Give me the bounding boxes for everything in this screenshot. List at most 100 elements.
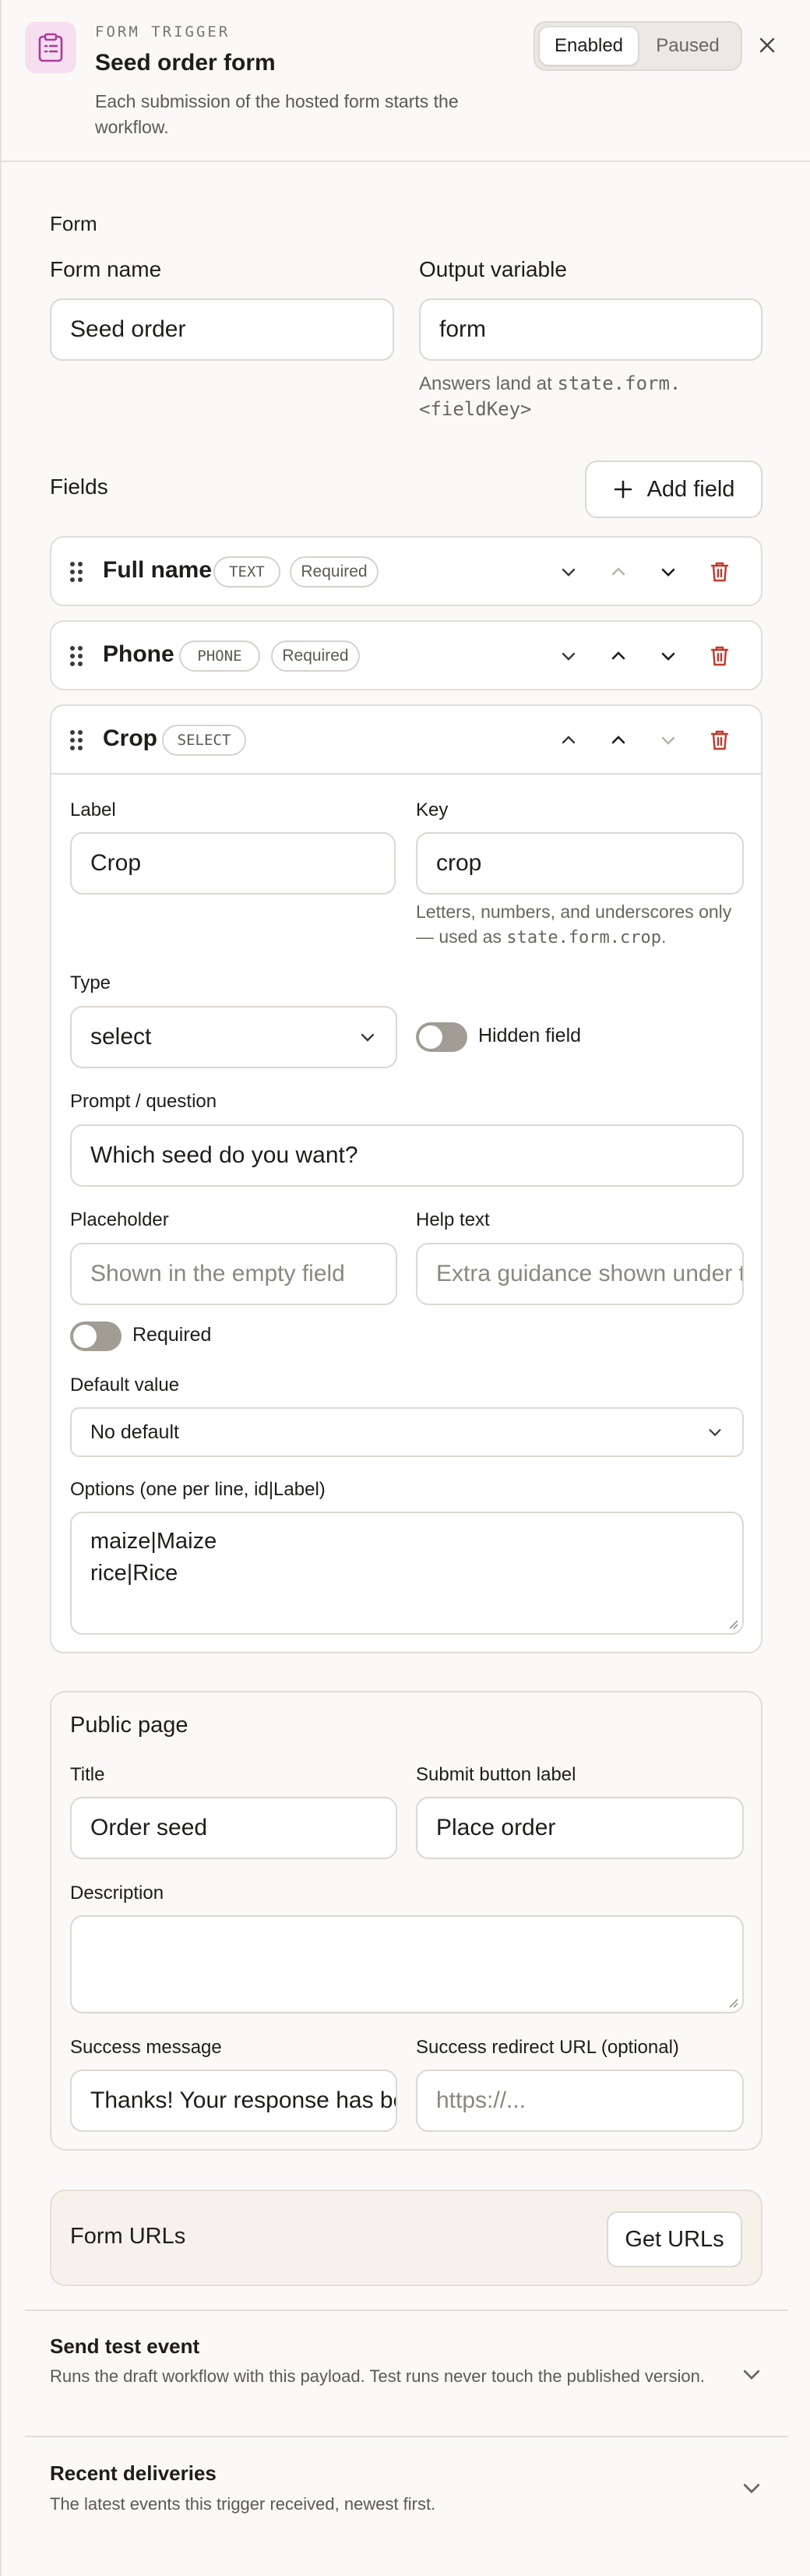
close-icon[interactable] [753, 31, 781, 59]
type-select-value: select [90, 1024, 152, 1050]
trash-icon[interactable] [703, 639, 737, 673]
divider [25, 2310, 788, 2311]
field-card-crop: Crop SELECT Label Crop Key crop Letters,… [50, 704, 762, 1653]
move-up-icon[interactable] [601, 723, 636, 757]
success-message-label: Success message [70, 2037, 222, 2058]
key-label: Key [416, 799, 449, 820]
default-value-select[interactable]: No default [70, 1407, 744, 1457]
description-label: Description [70, 1883, 164, 1904]
recent-deliveries-title[interactable]: Recent deliveries [50, 2461, 217, 2486]
status-toggle: Enabled Paused [534, 21, 742, 71]
move-up-icon[interactable] [601, 639, 636, 673]
submit-label-input[interactable]: Place order [416, 1797, 744, 1859]
panel-header: FORM TRIGGER Seed order form Each submis… [2, 0, 810, 162]
drag-handle-icon[interactable] [69, 729, 84, 752]
label-label: Label [70, 799, 116, 820]
public-page-panel: Public page Title Order seed Submit butt… [50, 1691, 762, 2151]
send-test-event-title[interactable]: Send test event [50, 2334, 199, 2359]
required-toggle[interactable] [70, 1322, 122, 1351]
required-badge: Required [290, 556, 379, 588]
trigger-title: Seed order form [95, 50, 276, 76]
chevron-up-icon[interactable] [551, 723, 586, 757]
trigger-eyebrow: FORM TRIGGER [95, 23, 231, 41]
field-type-badge: SELECT [162, 725, 246, 756]
option-line: maize|Maize [90, 1529, 217, 1554]
chevron-down-icon[interactable] [740, 2476, 763, 2500]
page-title-input[interactable]: Order seed [70, 1797, 397, 1859]
form-urls-panel: Form URLs Get URLs [50, 2190, 762, 2286]
field-card-header: Crop SELECT [51, 706, 761, 775]
key-input[interactable]: crop [416, 832, 744, 895]
description-textarea[interactable] [70, 1915, 744, 2013]
resize-handle-icon[interactable] [727, 1618, 739, 1630]
add-field-label: Add field [646, 476, 735, 502]
field-name: Phone [103, 641, 174, 667]
drag-handle-icon[interactable] [69, 560, 84, 584]
type-label: Type [70, 972, 111, 993]
move-down-icon[interactable] [651, 555, 685, 589]
field-card-header: Phone PHONE Required [51, 622, 761, 690]
output-variable-input[interactable]: form [419, 298, 762, 361]
field-card-full-name: Full name TEXT Required [50, 536, 762, 606]
status-paused-button[interactable]: Paused [639, 26, 737, 65]
field-type-badge: PHONE [179, 640, 260, 672]
title-label: Title [70, 1764, 105, 1785]
placeholder-input[interactable]: Shown in the empty field [70, 1243, 397, 1305]
form-name-label: Form name [50, 257, 162, 281]
options-textarea[interactable]: maize|Maize rice|Rice [70, 1512, 744, 1635]
success-message-input[interactable]: Thanks! Your response has been recorded. [70, 2070, 397, 2132]
key-hint-suffix: . [661, 926, 667, 947]
default-value-selected: No default [90, 1420, 179, 1443]
get-urls-button[interactable]: Get URLs [607, 2211, 742, 2267]
trash-icon[interactable] [703, 555, 737, 589]
field-type-badge: TEXT [213, 556, 280, 588]
divider [25, 2436, 788, 2437]
move-down-icon[interactable] [651, 639, 685, 673]
prompt-label: Prompt / question [70, 1091, 217, 1112]
required-badge: Required [271, 640, 360, 672]
placeholder-label: Placeholder [70, 1209, 169, 1230]
send-test-event-description: Runs the draft workflow with this payloa… [50, 2366, 705, 2386]
trash-icon[interactable] [703, 723, 737, 757]
hidden-field-label: Hidden field [478, 1025, 582, 1046]
field-name: Crop [103, 725, 157, 751]
redirect-url-input[interactable]: https://... [416, 2070, 744, 2132]
drag-handle-icon[interactable] [69, 644, 84, 668]
chevron-down-icon [361, 1033, 375, 1042]
redirect-url-label: Success redirect URL (optional) [416, 2037, 679, 2058]
resize-handle-icon[interactable] [727, 1996, 739, 2009]
status-enabled-button[interactable]: Enabled [539, 26, 639, 65]
trigger-panel: FORM TRIGGER Seed order form Each submis… [0, 0, 810, 2576]
field-card-header: Full name TEXT Required [51, 538, 761, 606]
type-select[interactable]: select [70, 1006, 397, 1068]
fields-label: Fields [50, 475, 108, 499]
form-name-input[interactable]: Seed order [50, 298, 394, 361]
output-hint-text: Answers land at [419, 373, 552, 394]
chevron-down-icon[interactable] [740, 2363, 763, 2386]
form-urls-label: Form URLs [70, 2224, 186, 2249]
chevron-down-icon [709, 1429, 721, 1437]
field-name: Full name [103, 557, 213, 583]
label-input[interactable]: Crop [70, 832, 396, 895]
help-text-input[interactable]: Extra guidance shown under the field [416, 1243, 744, 1305]
output-variable-label: Output variable [419, 257, 567, 281]
required-toggle-label: Required [132, 1324, 212, 1346]
prompt-input[interactable]: Which seed do you want? [70, 1124, 744, 1187]
public-page-title: Public page [70, 1713, 188, 1738]
output-variable-hint: Answers land at state.form.<fieldKey> [419, 371, 746, 422]
chevron-down-icon[interactable] [551, 555, 586, 589]
move-up-icon [601, 555, 636, 589]
submit-label-label: Submit button label [416, 1764, 576, 1785]
option-line: rice|Rice [90, 1561, 178, 1586]
key-hint: Letters, numbers, and underscores only —… [416, 899, 751, 951]
add-field-button[interactable]: Add field [585, 461, 762, 518]
trigger-subtitle: Each submission of the hosted form start… [95, 91, 459, 137]
clipboard-icon [25, 22, 76, 73]
form-section-label: Form [50, 212, 97, 235]
key-hint-code: state.form.crop [506, 928, 662, 947]
move-down-icon [651, 723, 685, 757]
hidden-field-toggle[interactable] [416, 1022, 467, 1052]
chevron-down-icon[interactable] [551, 639, 586, 673]
field-card-phone: Phone PHONE Required [50, 620, 762, 690]
plus-icon [614, 480, 632, 499]
